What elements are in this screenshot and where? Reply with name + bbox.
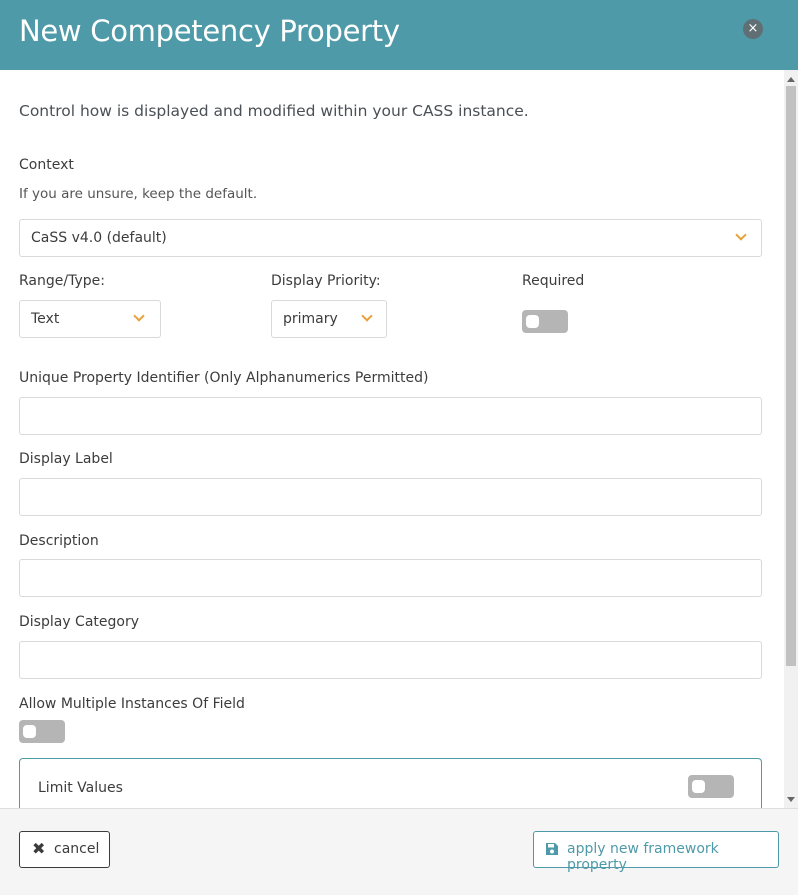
description-input[interactable] [19, 559, 762, 597]
apply-button-label: apply new framework property [567, 841, 719, 873]
context-select[interactable]: CaSS v4.0 (default) [19, 219, 762, 257]
intro-text: Control how is displayed and modified wi… [19, 102, 529, 120]
toggle-knob [692, 780, 705, 793]
required-label: Required [522, 273, 585, 289]
allow-multiple-label: Allow Multiple Instances Of Field [19, 696, 245, 712]
modal-body[interactable]: Control how is displayed and modified wi… [0, 70, 784, 808]
required-toggle[interactable] [522, 310, 568, 333]
description-label: Description [19, 533, 99, 549]
display-priority-select[interactable]: primary [271, 300, 387, 338]
context-select-value: CaSS v4.0 (default) [31, 230, 167, 246]
chevron-down-icon [361, 310, 373, 322]
cancel-button[interactable]: ✖ cancel [19, 831, 110, 868]
close-icon: ✖ [32, 839, 46, 858]
display-priority-label: Display Priority: [271, 273, 381, 289]
apply-new-framework-property-button[interactable]: apply new framework property [533, 831, 779, 873]
display-label-label: Display Label [19, 451, 113, 467]
limit-values-label: Limit Values [38, 780, 123, 796]
scroll-down-arrow-icon[interactable] [787, 797, 795, 802]
modal-footer: ✖ cancel apply new framework property [0, 808, 798, 895]
range-type-label: Range/Type: [19, 273, 105, 289]
scroll-up-arrow-icon[interactable] [787, 77, 795, 82]
display-priority-value: primary [283, 311, 338, 327]
modal-title: New Competency Property [19, 14, 400, 48]
limit-values-panel: Limit Values [19, 758, 762, 808]
context-label: Context [19, 157, 74, 173]
cancel-button-label: cancel [54, 841, 100, 857]
context-help-text: If you are unsure, keep the default. [19, 186, 258, 202]
range-type-value: Text [31, 311, 60, 327]
chevron-down-icon [133, 310, 145, 322]
display-category-label: Display Category [19, 614, 140, 630]
unique-identifier-input[interactable] [19, 397, 762, 435]
allow-multiple-toggle[interactable] [19, 720, 65, 743]
toggle-knob [526, 315, 539, 328]
modal-header: New Competency Property × [0, 0, 798, 70]
chevron-down-icon [735, 229, 747, 241]
close-icon[interactable]: × [743, 19, 763, 39]
range-type-select[interactable]: Text [19, 300, 161, 338]
unique-identifier-label: Unique Property Identifier (Only Alphanu… [19, 370, 429, 386]
vertical-scrollbar[interactable] [784, 70, 798, 808]
toggle-knob [23, 725, 36, 738]
limit-values-toggle[interactable] [688, 775, 734, 798]
display-category-input[interactable] [19, 641, 762, 679]
save-icon [546, 843, 558, 855]
scrollbar-thumb[interactable] [786, 86, 796, 666]
display-label-input[interactable] [19, 478, 762, 516]
